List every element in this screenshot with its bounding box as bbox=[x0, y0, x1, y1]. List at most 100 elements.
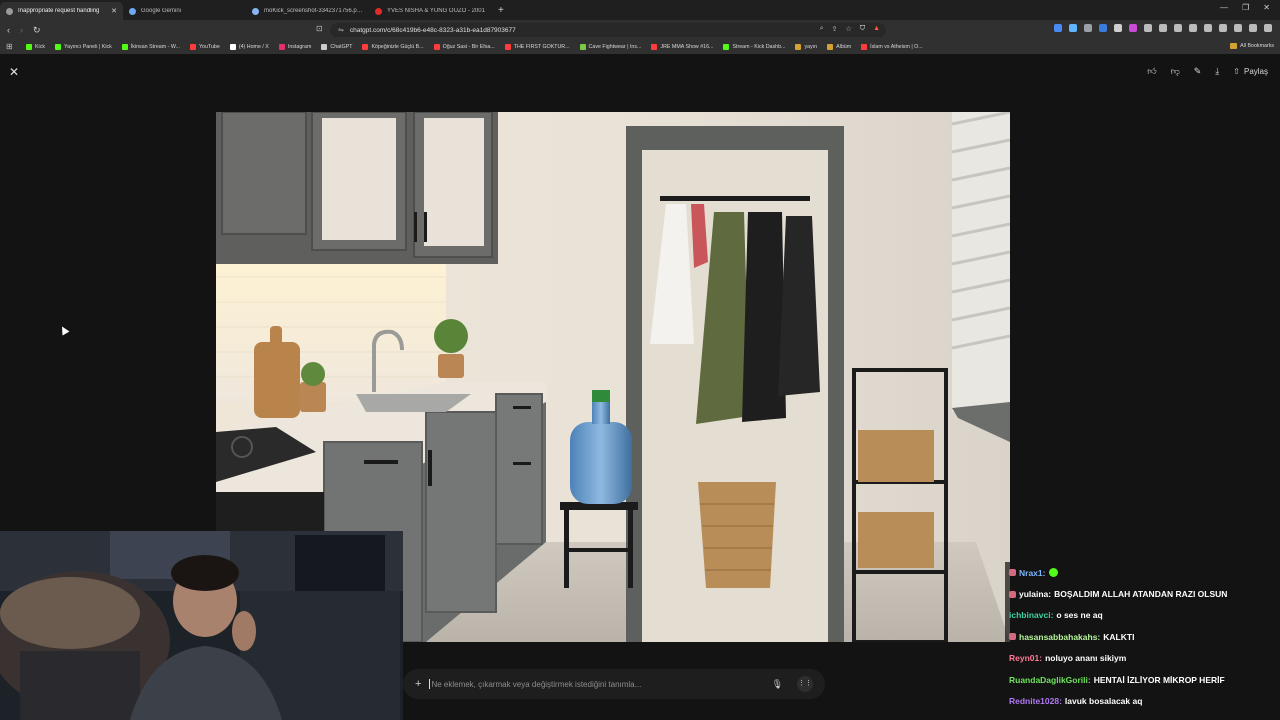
bookmark-item[interactable]: İslam vs Atheism | O... bbox=[861, 44, 923, 50]
close-tab-icon[interactable]: ✕ bbox=[111, 7, 117, 15]
leo-icon[interactable] bbox=[1234, 24, 1242, 32]
chat-username[interactable]: ichbinavci: bbox=[1009, 610, 1053, 620]
chat-username[interactable]: Nrax1: bbox=[1019, 568, 1045, 578]
bookmark-item[interactable]: Kick bbox=[26, 44, 45, 50]
bookmark-item[interactable]: ChatGPT bbox=[321, 44, 352, 50]
bookmark-favicon-icon bbox=[121, 44, 128, 50]
bookmark-item[interactable]: Stream - Kick Dashb... bbox=[723, 44, 785, 50]
minimize-icon[interactable]: — bbox=[1220, 3, 1228, 12]
omnibox-icons: ⌕ ⇪ ☆ ⛉ ▲ bbox=[820, 25, 880, 33]
bookmark-item[interactable]: YouTube bbox=[189, 44, 220, 50]
thumbs-up-icon[interactable]: 👍︎ bbox=[1147, 66, 1156, 77]
tab-1[interactable]: Google Gemini bbox=[123, 2, 246, 20]
bookmark-item[interactable]: THE FIRST GOKTUR... bbox=[504, 44, 570, 50]
new-tab-button[interactable]: + bbox=[498, 2, 504, 20]
bookmark-label: Köpeğinizle Güçlü B... bbox=[371, 44, 424, 50]
back-icon[interactable]: ‹ bbox=[7, 25, 10, 36]
bookmark-item[interactable]: Cave Fightwear | Ins... bbox=[579, 44, 641, 50]
restore-icon[interactable]: ❐ bbox=[1242, 3, 1249, 12]
bookmark-favicon-icon bbox=[861, 44, 868, 50]
extension-icon[interactable] bbox=[1114, 24, 1122, 32]
share-page-icon[interactable]: ⇪ bbox=[832, 25, 838, 33]
bookmark-item[interactable]: Instagram bbox=[278, 44, 311, 50]
media-icon[interactable] bbox=[1189, 24, 1197, 32]
all-bookmarks[interactable]: All Bookmarks bbox=[1230, 43, 1274, 49]
tab-2[interactable]: moKick_screenshot-3342371756.png bbox=[246, 2, 369, 20]
download-icon[interactable]: ⤓ bbox=[1215, 66, 1219, 77]
thumbs-down-icon[interactable]: 👎︎ bbox=[1171, 66, 1180, 77]
menu-icon[interactable] bbox=[1264, 24, 1272, 32]
bookmark-favicon-icon bbox=[229, 44, 236, 50]
chat-message: Reyn01: noluyo ananı sikiym bbox=[1005, 647, 1277, 669]
extension-icon[interactable] bbox=[1054, 24, 1062, 32]
bookmark-page-icon[interactable]: ⊡ bbox=[316, 24, 323, 33]
tab-0[interactable]: Inappropriate request handling ✕ bbox=[0, 2, 123, 20]
bookmark-label: (4) Home / X bbox=[238, 44, 269, 50]
bookmark-item[interactable]: (4) Home / X bbox=[229, 44, 269, 50]
bookmark-favicon-icon bbox=[795, 44, 802, 50]
extension-icon[interactable] bbox=[1129, 24, 1137, 32]
bookmark-label: YouTube bbox=[198, 44, 220, 50]
chat-username[interactable]: hasansabbahakahs: bbox=[1019, 632, 1100, 642]
star-icon[interactable]: ☆ bbox=[846, 25, 852, 33]
apps-grid-icon[interactable]: ⊞ bbox=[6, 43, 14, 51]
extension-icon[interactable] bbox=[1084, 24, 1092, 32]
tab-favicon-icon bbox=[252, 7, 259, 15]
bookmark-favicon-icon bbox=[827, 44, 834, 50]
extension-icon[interactable] bbox=[1069, 24, 1077, 32]
extension-icon[interactable] bbox=[1159, 24, 1167, 32]
add-attachment-icon[interactable]: + bbox=[415, 678, 421, 690]
bookmark-favicon-icon bbox=[504, 44, 511, 50]
window-controls: — ❐ ✕ bbox=[1220, 3, 1270, 12]
chat-message: Rednite1028: lavuk bosalacak aq bbox=[1005, 690, 1277, 712]
bookmark-label: Albüm bbox=[836, 44, 852, 50]
chat-username[interactable]: Reyn01: bbox=[1009, 653, 1042, 663]
user-badge-icon bbox=[1009, 633, 1016, 641]
tab-title: moKick_screenshot-3342371756.png bbox=[264, 8, 363, 14]
wallet-icon[interactable] bbox=[1219, 24, 1227, 32]
chat-message: Nrax1: bbox=[1005, 562, 1277, 584]
share-button[interactable]: ⇧ Paylaş bbox=[1233, 67, 1268, 76]
brave-shield-icon[interactable]: ⛉ bbox=[860, 25, 865, 33]
image-edit-prompt[interactable]: + Ne eklemek, çıkarmak veya değiştirmek … bbox=[403, 669, 825, 699]
stream-chat: Nrax1: yulaina: BOŞALDIM ALLAH ATANDAN RA… bbox=[1005, 562, 1277, 712]
chat-username[interactable]: Rednite1028: bbox=[1009, 696, 1062, 706]
vpn-icon[interactable] bbox=[1249, 24, 1257, 32]
chat-text: BOŞALDIM ALLAH ATANDAN RAZI OLSUN bbox=[1054, 589, 1228, 600]
tab-3[interactable]: YVES NISHA & YUNG OUZO - 2001 bbox=[369, 2, 492, 20]
close-icon[interactable]: ✕ bbox=[9, 65, 19, 79]
brave-rewards-icon[interactable]: ▲ bbox=[873, 25, 880, 33]
bookmark-item[interactable]: İkinsan Stream - W... bbox=[121, 44, 180, 50]
address-bar[interactable]: ⊡ ⇋ chatgpt.com/c/68c419b6-e48c-8323-a31… bbox=[316, 23, 886, 37]
bookmark-favicon-icon bbox=[362, 44, 369, 50]
extension-icon[interactable] bbox=[1174, 24, 1182, 32]
sidebar-icon[interactable] bbox=[1204, 24, 1212, 32]
zoom-icon[interactable]: ⌕ bbox=[820, 25, 824, 33]
chat-message: hasansabbahakahs: KALKTI bbox=[1005, 626, 1277, 648]
chat-username[interactable]: yulaina: bbox=[1019, 589, 1051, 599]
bookmark-item[interactable]: yayın bbox=[795, 44, 817, 50]
bookmark-item[interactable]: Köpeğinizle Güçlü B... bbox=[362, 44, 424, 50]
tab-title: Inappropriate request handling bbox=[18, 8, 100, 14]
chat-username[interactable]: RuandaDaglikGorili: bbox=[1009, 675, 1091, 685]
chat-text: lavuk bosalacak aq bbox=[1064, 696, 1143, 707]
extensions-area bbox=[1054, 24, 1272, 32]
bookmark-favicon-icon bbox=[189, 44, 196, 50]
bookmark-item[interactable]: Albüm bbox=[827, 44, 851, 50]
bookmark-label: THE FIRST GOKTUR... bbox=[513, 44, 570, 50]
voice-mode-icon[interactable]: ⋮⋮ bbox=[797, 676, 813, 692]
bookmark-item[interactable]: Yayıncı Paneli | Kick bbox=[55, 44, 112, 50]
extension-icon[interactable] bbox=[1144, 24, 1152, 32]
bookmark-item[interactable]: Oğuz Sasi - Bir Efsa... bbox=[433, 44, 495, 50]
microphone-icon[interactable]: 🎙︎ bbox=[772, 679, 783, 690]
chat-message: yulaina: BOŞALDIM ALLAH ATANDAN RAZI OLS… bbox=[1005, 583, 1277, 605]
edit-image-icon[interactable]: ✎ bbox=[1194, 66, 1202, 77]
extension-icon[interactable] bbox=[1099, 24, 1107, 32]
forward-icon[interactable]: › bbox=[20, 25, 23, 36]
bookmark-item[interactable]: JRE MMA Show #16... bbox=[651, 44, 713, 50]
site-info-icon[interactable]: ⇋ bbox=[338, 26, 344, 34]
bookmark-label: İslam vs Atheism | O... bbox=[870, 44, 923, 50]
folder-icon bbox=[1230, 43, 1238, 49]
reload-icon[interactable]: ↻ bbox=[33, 25, 41, 36]
close-window-icon[interactable]: ✕ bbox=[1263, 3, 1270, 12]
